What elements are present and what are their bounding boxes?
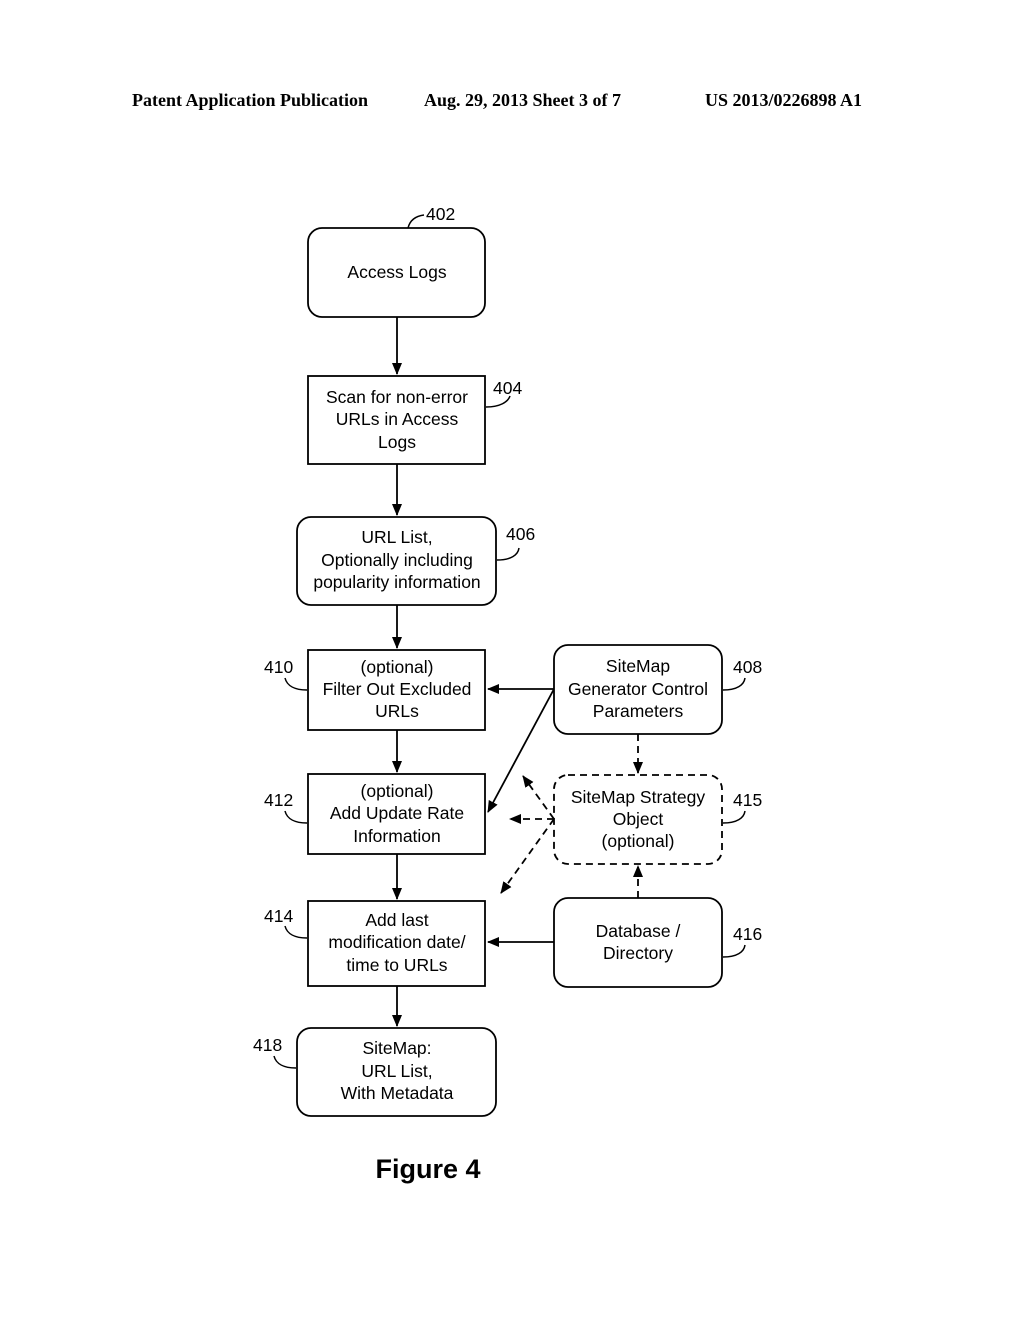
node-url-list: URL List, Optionally including popularit… (296, 516, 535, 606)
node-sitemap-generator-control-parameters: SiteMap Generator Control Parameters 408 (553, 644, 762, 735)
node-sitemap-strategy-object: SiteMap Strategy Object (optional) 415 (553, 774, 762, 865)
node-access-logs: Access Logs 402 (307, 204, 486, 318)
node-text: Add Update Rate (330, 803, 464, 823)
node-text: URLs (375, 701, 419, 721)
node-text: time to URLs (346, 955, 447, 975)
node-text: Add last (365, 910, 428, 930)
node-text: URL List, (361, 527, 432, 547)
node-text: modification date/ (328, 932, 465, 952)
node-text: Directory (603, 943, 673, 963)
edge-415-upper (522, 775, 555, 820)
node-sitemap-output: SiteMap: URL List, With Metadata 418 (253, 1027, 497, 1117)
node-text: popularity information (313, 572, 480, 592)
node-text: (optional) (602, 831, 675, 851)
node-text: Object (613, 809, 664, 829)
ref-label: 418 (253, 1035, 282, 1055)
node-text: (optional) (361, 657, 434, 677)
node-database-directory: Database / Directory 416 (553, 897, 762, 988)
node-text: Access Logs (347, 262, 446, 282)
node-text: (optional) (361, 781, 434, 801)
node-text: Information (353, 826, 441, 846)
ref-label: 414 (264, 906, 293, 926)
node-text: Filter Out Excluded (323, 679, 472, 699)
figure-caption: Figure 4 (375, 1154, 480, 1184)
node-text: With Metadata (341, 1083, 454, 1103)
ref-label: 406 (506, 524, 535, 544)
node-add-update-rate: (optional) Add Update Rate Information 4… (264, 773, 486, 855)
ref-label: 404 (493, 378, 522, 398)
ref-label: 410 (264, 657, 293, 677)
node-text: Database / (596, 921, 681, 941)
ref-label: 415 (733, 790, 762, 810)
node-text: Logs (378, 432, 416, 452)
edge-415-lower (500, 818, 555, 894)
ref-label: 416 (733, 924, 762, 944)
node-text: URLs in Access (336, 409, 459, 429)
node-text: SiteMap (606, 656, 670, 676)
node-text: Optionally including (321, 550, 473, 570)
node-scan-non-error-urls: Scan for non-error URLs in Access Logs 4… (307, 375, 522, 465)
node-text: SiteMap: (362, 1038, 431, 1058)
node-text: Scan for non-error (326, 387, 468, 407)
node-text: Generator Control (568, 679, 708, 699)
flowchart: Access Logs 402 Scan for non-error URLs … (253, 204, 762, 1184)
node-filter-excluded-urls: (optional) Filter Out Excluded URLs 410 (264, 649, 486, 731)
edge-408-412 (487, 688, 555, 813)
node-text: URL List, (361, 1061, 432, 1081)
node-add-last-modification-date: Add last modification date/ time to URLs… (264, 900, 486, 987)
ref-label: 402 (426, 204, 455, 224)
ref-label: 412 (264, 790, 293, 810)
ref-label: 408 (733, 657, 762, 677)
node-text: Parameters (593, 701, 684, 721)
node-text: SiteMap Strategy (571, 787, 705, 807)
